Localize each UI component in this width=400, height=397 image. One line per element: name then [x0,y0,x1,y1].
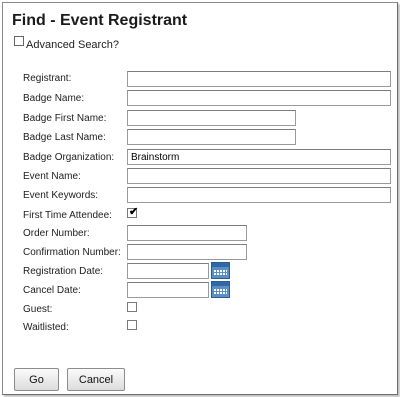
waitlisted-checkbox[interactable] [127,320,137,330]
event-keywords-input[interactable] [127,187,391,203]
first-time-attendee-label: First Time Attendee: [23,210,112,221]
cancel-button[interactable]: Cancel [67,368,125,391]
guest-label: Guest: [23,304,53,315]
badge-first-name-input[interactable] [127,110,296,126]
badge-name-label: Badge Name: [23,93,85,104]
waitlisted-label: Waitlisted: [23,322,69,333]
page-title: Find - Event Registrant [12,12,188,29]
event-name-input[interactable] [127,168,391,184]
confirmation-number-label: Confirmation Number: [23,247,121,258]
cancel-date-label: Cancel Date: [23,285,81,296]
cancel-date-input[interactable] [127,282,209,298]
advanced-search-toggle[interactable]: Advanced Search? [14,36,119,52]
badge-first-name-label: Badge First Name: [23,113,107,124]
order-number-label: Order Number: [23,228,90,239]
badge-last-name-input[interactable] [127,129,296,145]
registration-date-calendar-icon[interactable] [211,262,230,279]
guest-checkbox[interactable] [127,302,137,312]
cancel-date-calendar-icon[interactable] [211,281,230,298]
registrant-input[interactable] [127,71,391,87]
checkmark-icon: ✔ [129,206,139,218]
registration-date-input[interactable] [127,263,209,279]
registrant-label: Registrant: [23,73,72,84]
advanced-search-label: Advanced Search? [26,39,119,51]
badge-organization-label: Badge Organization: [23,152,115,163]
badge-name-input[interactable] [127,90,391,106]
badge-last-name-label: Badge Last Name: [23,132,106,143]
badge-organization-input[interactable] [127,149,391,165]
order-number-input[interactable] [127,225,247,241]
first-time-attendee-checkbox[interactable]: ✔ [127,206,139,218]
find-event-registrant-panel: Find - Event Registrant Advanced Search?… [2,2,398,395]
event-name-label: Event Name: [23,171,81,182]
advanced-search-checkbox[interactable] [14,36,24,46]
confirmation-number-input[interactable] [127,244,247,260]
go-button[interactable]: Go [14,368,59,391]
registration-date-label: Registration Date: [23,266,104,277]
event-keywords-label: Event Keywords: [23,190,99,201]
